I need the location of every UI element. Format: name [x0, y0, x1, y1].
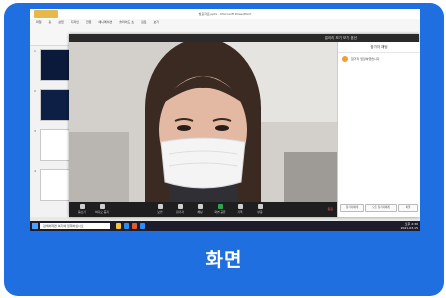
avatar [342, 56, 348, 62]
chat-message-text: 참가자 입장하였습니다 [351, 57, 380, 61]
file-button[interactable]: 파일 [398, 204, 418, 212]
control-label: 채팅 [197, 210, 203, 214]
send-to-button[interactable]: 참가자에게 [340, 204, 364, 212]
chat-message: 참가자 입장하였습니다 [342, 56, 418, 64]
taskbar-search-input[interactable]: 검색하려면 여기에 입력하십시오 [40, 223, 110, 229]
windows-start-icon[interactable] [32, 223, 38, 229]
slide-thumbnail[interactable] [40, 169, 70, 201]
ppt-tab[interactable]: 애니메이션 [98, 20, 112, 24]
thumb-number: 1 [34, 49, 36, 53]
participants-button[interactable]: 참가자 [171, 204, 189, 214]
share-screen-button[interactable]: 화면 공유 [211, 204, 229, 214]
chat-header: 참가자 채팅 [338, 42, 420, 53]
ppt-tab[interactable]: 전환 [86, 20, 92, 24]
thumb-number: 4 [34, 169, 36, 173]
security-button[interactable]: 보안 [151, 204, 169, 214]
control-label: 기록 [237, 210, 243, 214]
ppt-tab[interactable]: 디자인 [71, 20, 79, 24]
screenshot-frame: 발표자료.pptx - Microsoft PowerPoint 파일 홈 삽입… [30, 9, 420, 231]
clock-date: 2021-03-15 [400, 226, 418, 230]
slide-thumbnail-pane: 1 2 3 4 [34, 49, 70, 213]
ppt-tab[interactable]: 삽입 [58, 20, 64, 24]
end-meeting-button[interactable]: 종료 [327, 207, 333, 211]
caption: 화면 [205, 249, 243, 271]
record-icon [237, 204, 243, 209]
card: 발표자료.pptx - Microsoft PowerPoint 파일 홈 삽입… [4, 3, 444, 296]
microphone-icon [79, 204, 85, 209]
view-options[interactable]: 갤러리 보기 보기 옵션 [325, 34, 357, 42]
control-label: 비디오 중지 [95, 210, 109, 214]
mute-button[interactable]: 음소거 [73, 204, 91, 214]
thumb-number: 2 [34, 89, 36, 93]
zoom-icon[interactable] [140, 223, 145, 229]
control-label: 화면 공유 [214, 210, 226, 214]
zoom-window: 갤러리 보기 보기 옵션 음소거 비디오 중지 보안 참가자 채팅 화면 공유 … [69, 34, 420, 217]
camera-icon [99, 204, 105, 209]
folder-icon[interactable] [116, 223, 121, 229]
ppt-tab[interactable]: 검토 [141, 20, 147, 24]
ppt-tabs: 파일 홈 삽입 디자인 전환 애니메이션 슬라이드 쇼 검토 보기 [30, 19, 420, 25]
ppt-tab[interactable]: 파일 [36, 20, 42, 24]
thumb-number: 3 [34, 129, 36, 133]
reactions-button[interactable]: 반응 [251, 204, 269, 214]
taskbar-clock: 오후 2:30 2021-03-15 [401, 222, 418, 230]
send-to-all-button[interactable]: 모든 참가자에게 [365, 204, 397, 212]
browser-icon[interactable] [124, 223, 129, 229]
people-icon [177, 204, 183, 209]
participant-image [69, 42, 337, 202]
control-label: 반응 [257, 210, 263, 214]
record-button[interactable]: 기록 [231, 204, 249, 214]
ppt-tab[interactable]: 보기 [154, 20, 160, 24]
ppt-title: 발표자료.pptx - Microsoft PowerPoint [30, 9, 420, 19]
share-icon [217, 204, 223, 209]
control-label: 음소거 [78, 210, 86, 214]
slide-thumbnail[interactable] [40, 49, 70, 81]
stop-video-button[interactable]: 비디오 중지 [93, 204, 111, 214]
participant-video [69, 42, 337, 202]
chat-icon [197, 204, 203, 209]
shield-icon [157, 204, 163, 209]
zoom-titlebar: 갤러리 보기 보기 옵션 [69, 34, 419, 42]
control-label: 참가자 [176, 210, 184, 214]
ppt-logo-icon [34, 10, 58, 18]
emoji-icon [257, 204, 263, 209]
chat-button[interactable]: 채팅 [191, 204, 209, 214]
powerpoint-icon[interactable] [132, 223, 137, 229]
control-label: 보안 [157, 210, 163, 214]
meeting-controls: 음소거 비디오 중지 보안 참가자 채팅 화면 공유 기록 반응 종료 [69, 202, 337, 217]
taskbar: 검색하려면 여기에 입력하십시오 오후 2:30 2021-03-15 [30, 221, 420, 231]
slide-thumbnail[interactable] [40, 89, 70, 121]
ppt-tab[interactable]: 슬라이드 쇼 [119, 20, 134, 24]
slide-thumbnail[interactable] [40, 129, 70, 161]
chat-footer: 참가자에게 모든 참가자에게 파일 [340, 204, 418, 212]
ppt-tab[interactable]: 홈 [49, 20, 52, 24]
chat-panel: 참가자 채팅 참가자 입장하였습니다 참가자에게 모든 참가자에게 파일 [337, 42, 420, 217]
